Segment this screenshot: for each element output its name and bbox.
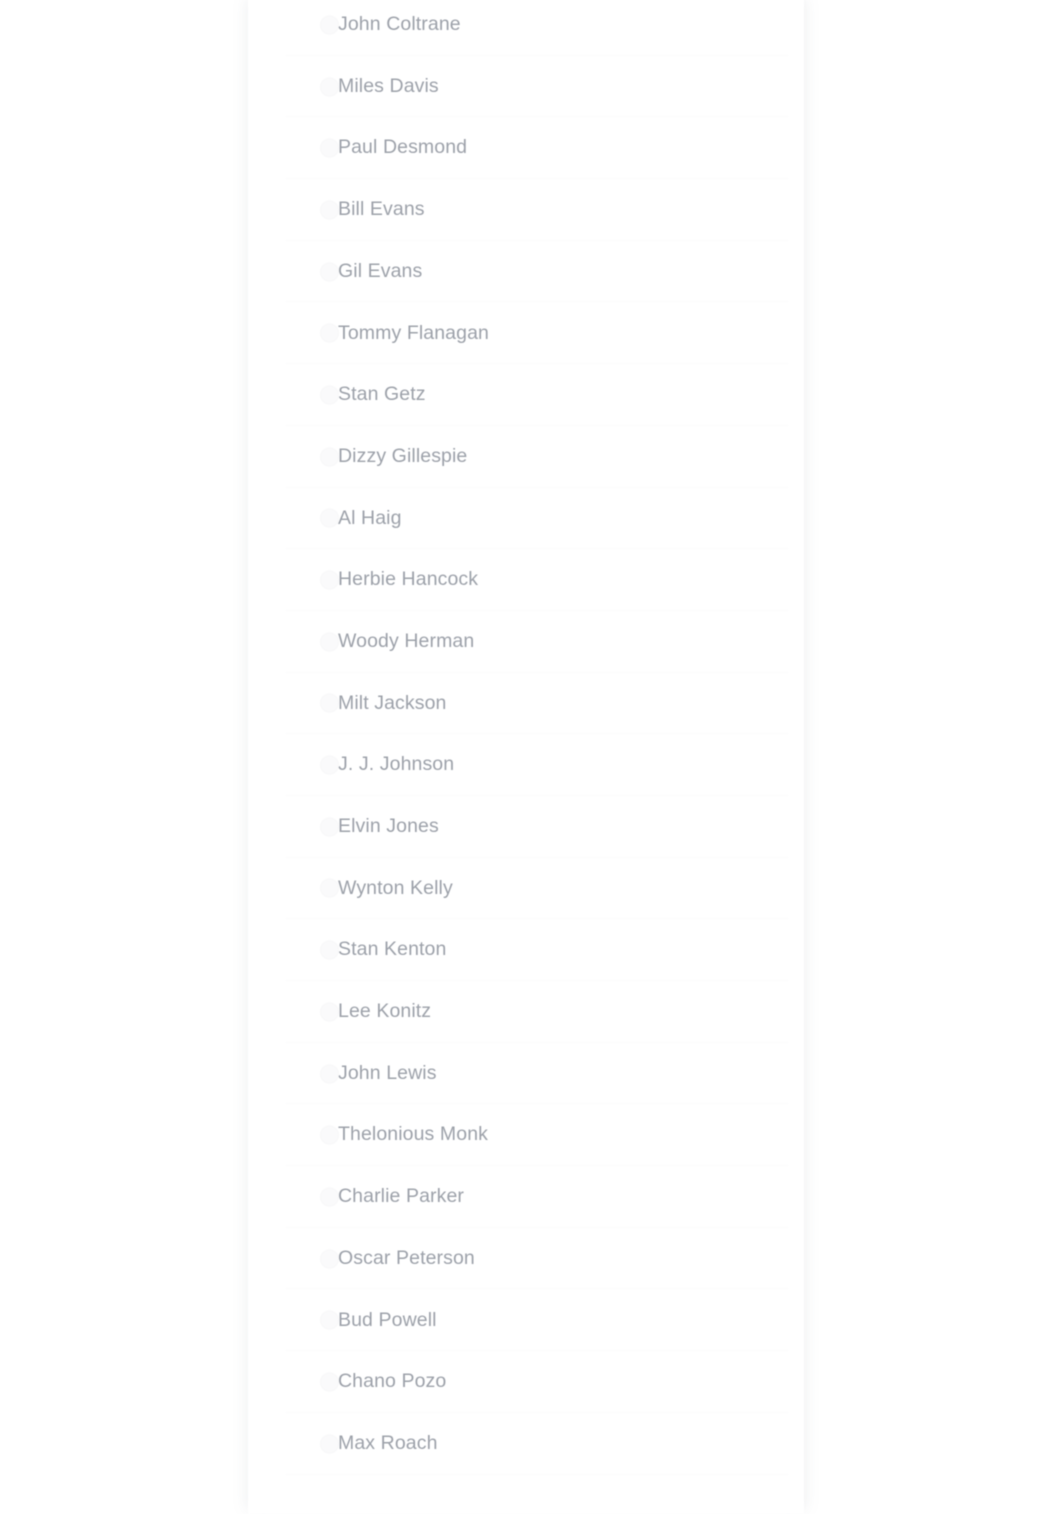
- list-item[interactable]: Stan Kenton: [248, 919, 804, 981]
- list-item-label: Bud Powell: [338, 1308, 437, 1331]
- radio-unchecked-icon[interactable]: [320, 323, 339, 343]
- list-item-label: Lee Konitz: [338, 1000, 432, 1023]
- list-item-label: Chano Pozo: [338, 1370, 447, 1393]
- list-item[interactable]: Dizzy Gillespie: [248, 425, 804, 488]
- radio-unchecked-icon[interactable]: [320, 1372, 339, 1392]
- list-item[interactable]: Wynton Kelly: [248, 857, 804, 920]
- list-item[interactable]: Elvin Jones: [248, 795, 804, 858]
- radio-unchecked-icon[interactable]: [320, 1125, 339, 1145]
- list-item[interactable]: Milt Jackson: [248, 672, 804, 735]
- list-item-label: John Coltrane: [338, 13, 461, 36]
- radio-unchecked-icon[interactable]: [320, 755, 339, 775]
- radio-unchecked-icon[interactable]: [320, 693, 339, 713]
- list-item[interactable]: Paul Desmond: [248, 117, 804, 180]
- list-item-label: Paul Desmond: [338, 136, 468, 159]
- radio-unchecked-icon[interactable]: [320, 1187, 339, 1207]
- radio-unchecked-icon[interactable]: [320, 138, 339, 158]
- radio-unchecked-icon[interactable]: [320, 447, 339, 467]
- list-item[interactable]: Bill Evans: [248, 179, 804, 241]
- radio-unchecked-icon[interactable]: [320, 200, 339, 220]
- list-item[interactable]: Thelonious Monk: [248, 1104, 804, 1167]
- list-item-label: Miles Davis: [338, 74, 439, 97]
- list-item-label: Charlie Parker: [338, 1185, 465, 1208]
- list-item-label: Al Haig: [338, 506, 402, 529]
- list-item-label: Stan Getz: [338, 383, 426, 406]
- list-item[interactable]: Gil Evans: [248, 240, 804, 303]
- list-item[interactable]: Chano Pozo: [248, 1351, 804, 1413]
- list-item[interactable]: Al Haig: [248, 487, 804, 550]
- radio-unchecked-icon[interactable]: [320, 1064, 339, 1084]
- list-item[interactable]: Miles Davis: [248, 55, 804, 118]
- radio-unchecked-icon[interactable]: [320, 1002, 339, 1022]
- radio-unchecked-icon[interactable]: [320, 1434, 339, 1454]
- list-item[interactable]: J. J. Johnson: [248, 734, 804, 796]
- list-item[interactable]: Woody Herman: [248, 610, 804, 673]
- list-item-label: Dizzy Gillespie: [338, 444, 468, 467]
- list-item[interactable]: Lee Konitz: [248, 981, 804, 1043]
- list-item-label: Herbie Hancock: [338, 568, 479, 591]
- radio-unchecked-icon[interactable]: [320, 15, 339, 35]
- list-panel: John Coltrane Miles Davis Paul Desmond Bill…: [248, 0, 804, 1514]
- radio-unchecked-icon[interactable]: [320, 570, 339, 590]
- radio-unchecked-icon[interactable]: [320, 77, 339, 97]
- list-item[interactable]: Oscar Peterson: [248, 1227, 804, 1290]
- jazz-musicians-list[interactable]: John Coltrane Miles Davis Paul Desmond Bill…: [248, 0, 804, 1514]
- radio-unchecked-icon[interactable]: [320, 878, 339, 898]
- list-item-label: Oscar Peterson: [338, 1246, 475, 1269]
- radio-unchecked-icon[interactable]: [320, 1249, 339, 1269]
- list-item-label: Woody Herman: [338, 629, 475, 652]
- radio-unchecked-icon[interactable]: [320, 817, 339, 837]
- list-item-label: Wynton Kelly: [338, 876, 453, 899]
- list-item[interactable]: Herbie Hancock: [248, 549, 804, 611]
- list-item[interactable]: John Lewis: [248, 1042, 804, 1105]
- radio-unchecked-icon[interactable]: [320, 940, 339, 960]
- radio-unchecked-icon[interactable]: [320, 632, 339, 652]
- list-item[interactable]: Max Roach: [248, 1412, 804, 1475]
- list-item-label: Milt Jackson: [338, 691, 447, 714]
- radio-unchecked-icon[interactable]: [320, 385, 339, 405]
- list-item-label: Thelonious Monk: [338, 1123, 488, 1146]
- list-item-label: Elvin Jones: [338, 815, 439, 838]
- list-item[interactable]: Stan Getz: [248, 364, 804, 426]
- list-item[interactable]: John Coltrane: [248, 0, 804, 56]
- list-item-label: J. J. Johnson: [338, 753, 455, 776]
- list-item-label: John Lewis: [338, 1061, 437, 1084]
- list-item-label: Tommy Flanagan: [338, 321, 489, 344]
- radio-unchecked-icon[interactable]: [320, 1310, 339, 1330]
- page-canvas: John Coltrane Miles Davis Paul Desmond Bill…: [0, 0, 1062, 1514]
- list-item[interactable]: Charlie Parker: [248, 1166, 804, 1228]
- list-item-label: Stan Kenton: [338, 938, 447, 961]
- list-item-label: Bill Evans: [338, 198, 425, 221]
- radio-unchecked-icon[interactable]: [320, 508, 339, 528]
- list-item-label: Gil Evans: [338, 259, 423, 282]
- radio-unchecked-icon[interactable]: [320, 262, 339, 282]
- list-item[interactable]: Bud Powell: [248, 1289, 804, 1352]
- list-item[interactable]: Tommy Flanagan: [248, 302, 804, 365]
- list-item-label: Max Roach: [338, 1431, 438, 1454]
